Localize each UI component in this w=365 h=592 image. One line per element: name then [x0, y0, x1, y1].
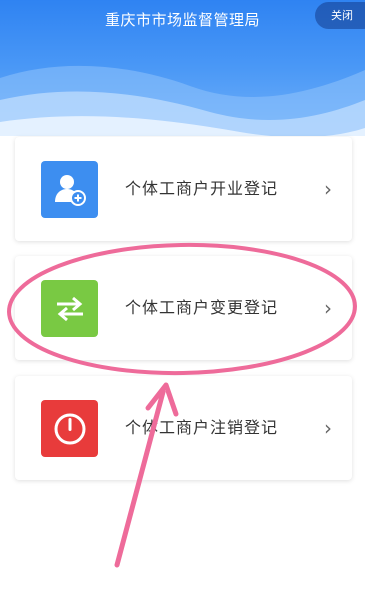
menu-item-cancel-registration[interactable]: 个体工商户注销登记 ›	[15, 376, 352, 480]
menu-item-change-registration[interactable]: 个体工商户变更登记 ›	[15, 256, 352, 360]
menu-item-label: 个体工商户注销登记	[125, 418, 279, 437]
add-user-icon	[41, 161, 98, 218]
menu-item-label: 个体工商户开业登记	[125, 179, 279, 198]
header: 重庆市市场监督管理局 关闭	[0, 0, 365, 150]
menu-item-label: 个体工商户变更登记	[125, 298, 279, 317]
close-button[interactable]: 关闭	[315, 2, 365, 29]
swap-arrows-icon	[41, 280, 98, 337]
power-icon	[41, 400, 98, 457]
menu-item-open-registration[interactable]: 个体工商户开业登记 ›	[15, 137, 352, 241]
chevron-right-icon: ›	[324, 416, 332, 440]
page-title: 重庆市市场监督管理局	[104, 11, 260, 29]
chevron-right-icon: ›	[324, 296, 332, 320]
chevron-right-icon: ›	[324, 177, 332, 201]
